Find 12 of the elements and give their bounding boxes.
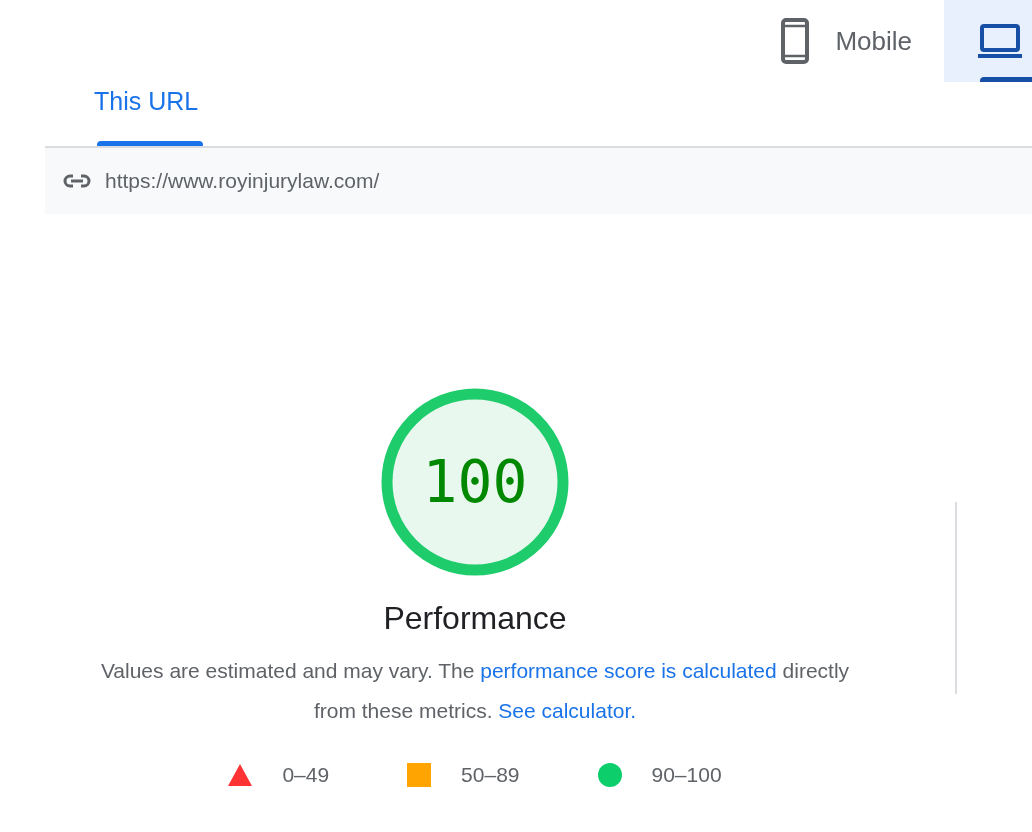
laptop-icon [978,23,1022,59]
link[interactable]: performance score is calculated [480,659,777,682]
url-text: https://www.royinjurylaw.com/ [105,169,380,193]
score-value: 100 [422,453,528,511]
legend-range: 50–89 [461,763,520,787]
description-text: Values are estimated and may vary. The performance score is calculated directly from these metrics. See calculator. [99,658,851,724]
link[interactable]: See calculator. [498,699,637,722]
legend-range: 0–49 [282,763,330,787]
category-title: Performance [383,600,567,637]
link-icon [63,174,91,188]
legend-range: 90–100 [651,763,722,787]
phone-icon [781,18,810,64]
